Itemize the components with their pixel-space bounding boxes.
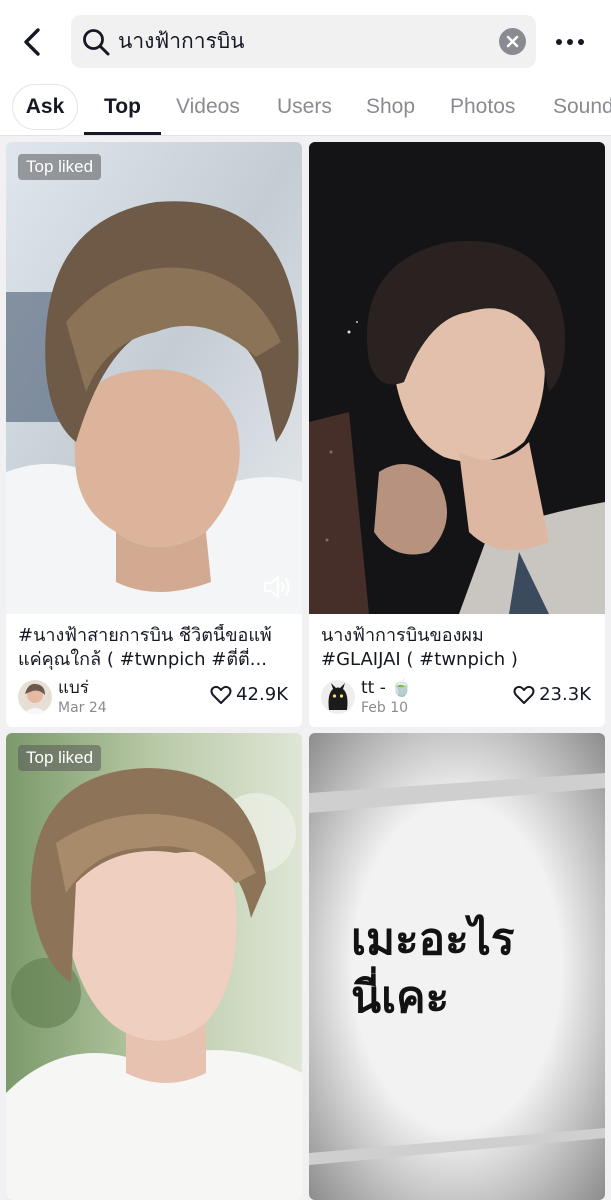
- tab-users[interactable]: Users: [277, 92, 332, 128]
- thumbnail-image: [6, 733, 302, 1200]
- video-thumbnail[interactable]: [309, 142, 605, 614]
- search-icon: [83, 29, 110, 56]
- caption-line: นางฟ้าการบินของผม: [321, 625, 484, 646]
- overlay-text-line: นี่เคะ: [351, 972, 450, 1023]
- heart-icon: [210, 685, 232, 704]
- like-count-value: 42.9K: [236, 684, 288, 705]
- post-date: Mar 24: [58, 700, 107, 716]
- like-count[interactable]: 42.9K: [210, 683, 288, 707]
- video-card[interactable]: นางฟ้าการบินของผม #GLAIJAI ( #twnpich ) …: [309, 142, 605, 727]
- avatar[interactable]: [321, 680, 355, 714]
- video-card[interactable]: เมะอะไร นี่เคะ: [309, 733, 605, 1200]
- tab-shop[interactable]: Shop: [366, 92, 415, 128]
- author-name[interactable]: tt - 🍵: [361, 678, 412, 698]
- tab-top[interactable]: Top: [104, 92, 141, 128]
- active-tab-indicator: [84, 132, 161, 135]
- video-card[interactable]: Top liked: [6, 733, 302, 1200]
- heart-icon: [513, 685, 535, 704]
- video-thumbnail[interactable]: [6, 733, 302, 1200]
- tab-sound[interactable]: Sound: [553, 92, 611, 128]
- search-header: นางฟ้าการบิน: [0, 0, 611, 84]
- clear-icon: [506, 35, 519, 48]
- thumbnail-image: [6, 142, 302, 614]
- caption-line: #นางฟ้าสายการบิน ชีวิตนี้ขอแพ้: [18, 625, 272, 646]
- overlay-text-line: เมะอะไร: [351, 914, 515, 965]
- post-caption: นางฟ้าการบินของผม #GLAIJAI ( #twnpich ): [321, 624, 597, 672]
- search-input[interactable]: นางฟ้าการบิน: [71, 15, 536, 68]
- video-card[interactable]: Top liked #นางฟ้าสายการบิน ชีวิตนี้ขอแพ้…: [6, 142, 302, 727]
- author-name[interactable]: แบร่: [58, 678, 89, 698]
- tab-ask[interactable]: Ask: [12, 84, 78, 130]
- overlay-text: เมะอะไร นี่เคะ: [351, 911, 515, 1027]
- like-count-value: 23.3K: [539, 684, 591, 705]
- search-tabs: Ask Top Videos Users Shop Photos Sound: [0, 84, 611, 136]
- back-button[interactable]: [14, 24, 50, 60]
- top-liked-badge: Top liked: [18, 745, 102, 771]
- top-liked-badge: Top liked: [18, 154, 102, 180]
- clear-search-button[interactable]: [499, 28, 526, 55]
- post-date: Feb 10: [361, 700, 409, 716]
- back-arrow-icon: [24, 28, 40, 56]
- video-thumbnail[interactable]: [6, 142, 302, 614]
- avatar[interactable]: [18, 680, 52, 714]
- sound-icon[interactable]: [262, 574, 292, 600]
- like-count[interactable]: 23.3K: [513, 683, 591, 707]
- tab-videos[interactable]: Videos: [176, 92, 240, 128]
- caption-line: แค่คุณใกล้ ( #twnpich #ตี๋ตี๋...: [18, 649, 267, 670]
- search-query-text[interactable]: นางฟ้าการบิน: [118, 27, 245, 56]
- thumbnail-image: [309, 142, 605, 614]
- caption-line: #GLAIJAI ( #twnpich ): [321, 649, 518, 670]
- more-options-button[interactable]: [551, 25, 589, 59]
- tab-photos[interactable]: Photos: [450, 92, 515, 128]
- post-caption: #นางฟ้าสายการบิน ชีวิตนี้ขอแพ้ แค่คุณใกล…: [18, 624, 294, 672]
- more-icon: [556, 39, 584, 45]
